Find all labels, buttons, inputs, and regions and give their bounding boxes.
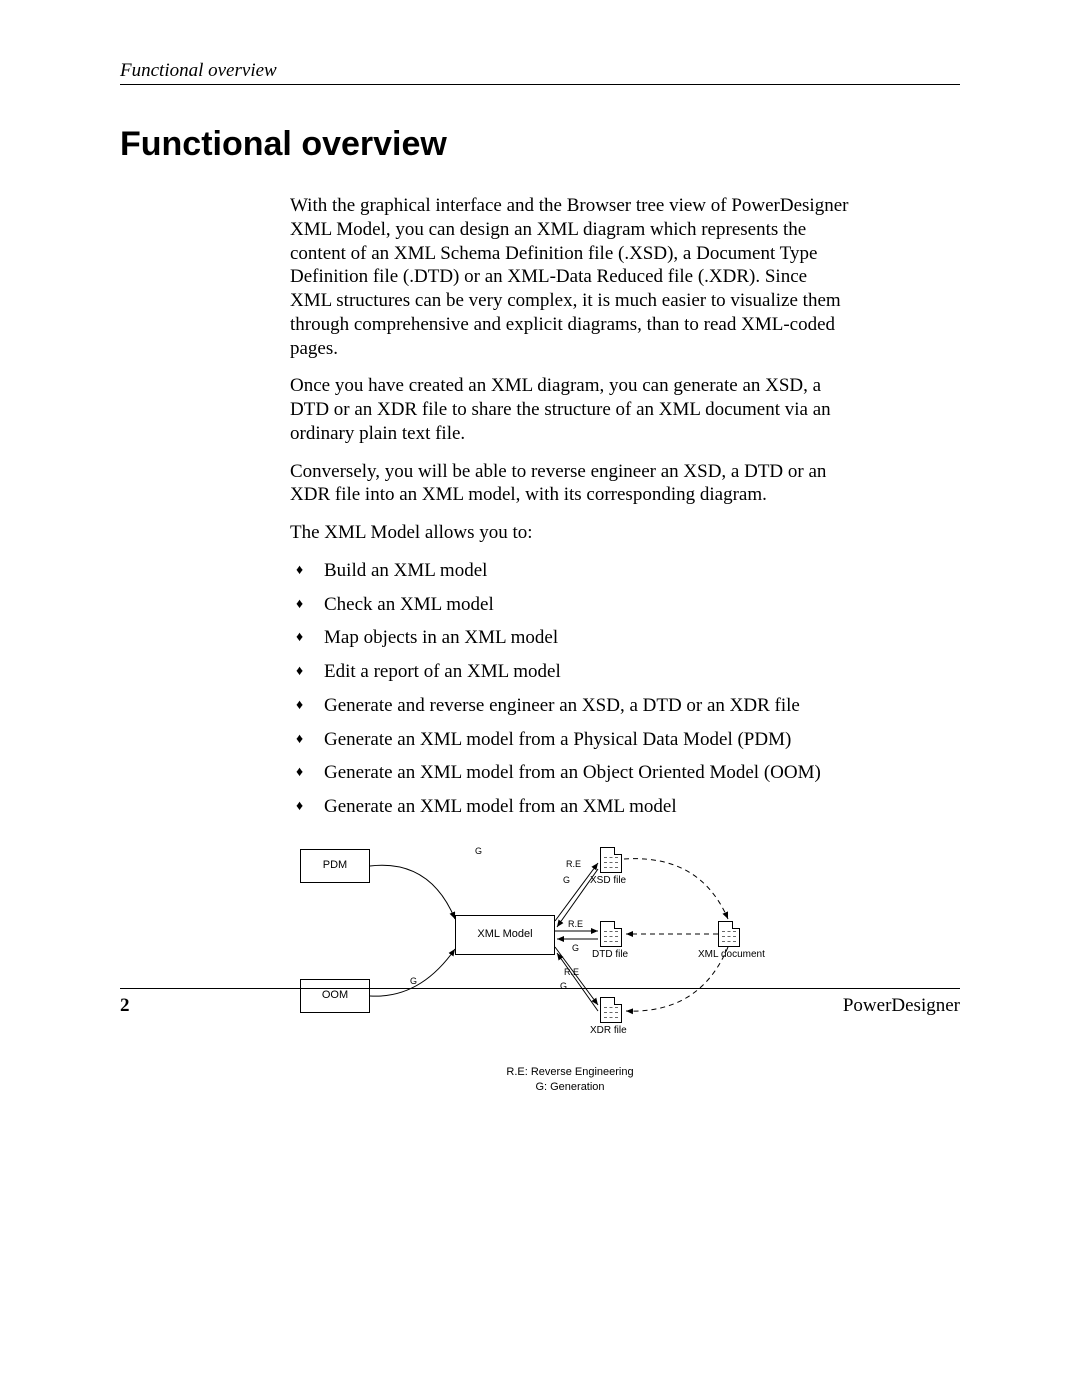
- diagram-label-xsd: XSD file: [590, 875, 626, 888]
- diagram-node-center: XML Model: [455, 915, 555, 955]
- file-icon: [600, 921, 622, 947]
- paragraph: With the graphical interface and the Bro…: [290, 194, 850, 360]
- page: Functional overview Functional overview …: [0, 0, 1080, 1094]
- paragraph: Once you have created an XML diagram, yo…: [290, 374, 850, 445]
- running-header: Functional overview: [120, 60, 960, 85]
- list-item: Generate and reverse engineer an XSD, a …: [290, 694, 850, 718]
- list-item: Check an XML model: [290, 593, 850, 617]
- product-name: PowerDesigner: [843, 995, 960, 1017]
- body-block: With the graphical interface and the Bro…: [290, 194, 850, 1094]
- section-title: Functional overview: [120, 125, 960, 164]
- bullet-list: Build an XML model Check an XML model Ma…: [290, 559, 850, 819]
- legend-line: G: Generation: [290, 1080, 850, 1095]
- file-icon: [600, 847, 622, 873]
- paragraph: The XML Model allows you to:: [290, 521, 850, 545]
- list-item: Edit a report of an XML model: [290, 660, 850, 684]
- edge-label: G: [475, 846, 482, 856]
- list-item: Generate an XML model from a Physical Da…: [290, 728, 850, 752]
- file-icon: [718, 921, 740, 947]
- diagram: PDM OOM XML Model XSD file DTD file XDR …: [290, 839, 850, 1095]
- list-item: Build an XML model: [290, 559, 850, 583]
- paragraph: Conversely, you will be able to reverse …: [290, 460, 850, 508]
- edge-label: G: [410, 976, 417, 986]
- edge-label: R.E: [564, 967, 579, 977]
- diagram-node-pdm: PDM: [300, 849, 370, 883]
- diagram-legend: R.E: Reverse Engineering G: Generation: [290, 1065, 850, 1095]
- legend-line: R.E: Reverse Engineering: [290, 1065, 850, 1080]
- diagram-label-xmldoc: XML document: [698, 949, 765, 962]
- edge-label: G: [563, 875, 570, 885]
- list-item: Map objects in an XML model: [290, 626, 850, 650]
- list-item: Generate an XML model from an XML model: [290, 795, 850, 819]
- diagram-label-xdr: XDR file: [590, 1025, 627, 1038]
- diagram-label-dtd: DTD file: [592, 949, 628, 962]
- edge-label: R.E: [566, 859, 581, 869]
- page-number: 2: [120, 995, 130, 1017]
- edge-label: R.E: [568, 919, 583, 929]
- page-footer: 2 PowerDesigner: [120, 988, 960, 1017]
- edge-label: G: [572, 943, 579, 953]
- list-item: Generate an XML model from an Object Ori…: [290, 761, 850, 785]
